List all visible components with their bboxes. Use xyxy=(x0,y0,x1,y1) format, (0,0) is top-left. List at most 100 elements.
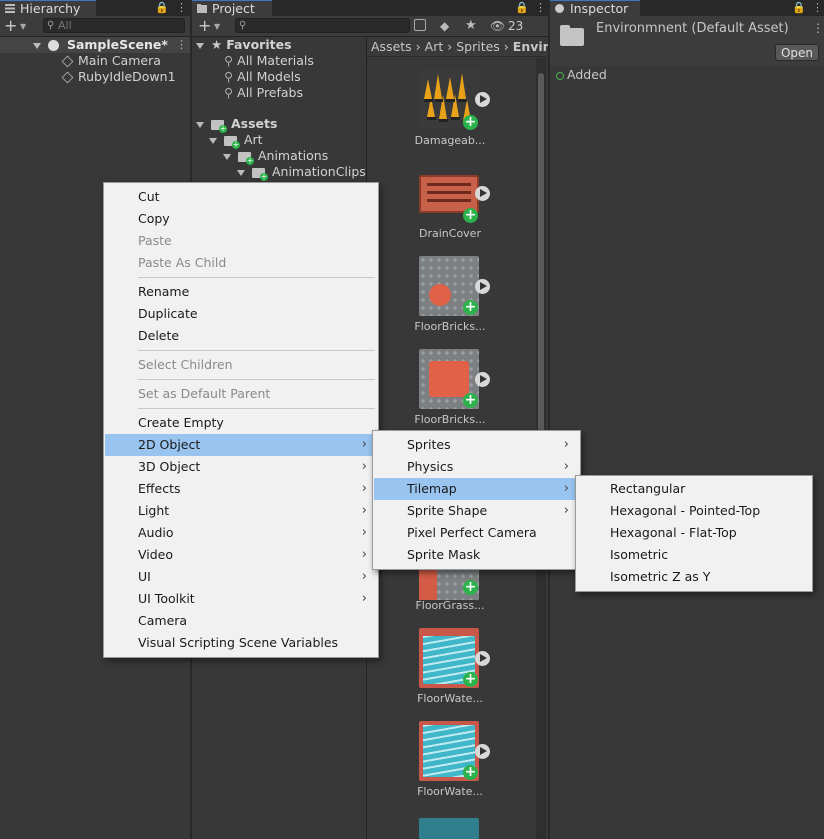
asset-thumbnail-partial[interactable] xyxy=(419,818,479,839)
asset-label[interactable]: FloorWate... xyxy=(410,692,490,705)
menu-item-label: Isometric Z as Y xyxy=(610,569,711,584)
asset-label[interactable]: FloorBricks... xyxy=(410,320,490,333)
inspector-tab[interactable]: Inspector xyxy=(550,0,640,16)
expand-arrow-icon[interactable] xyxy=(33,42,41,49)
menu-item-hexagonal-pointed-top[interactable]: Hexagonal - Pointed-Top xyxy=(577,500,811,522)
lock-icon[interactable]: 🔒 xyxy=(792,0,806,16)
label-tag-icon[interactable]: ◆ xyxy=(440,17,449,35)
play-preview-icon[interactable] xyxy=(475,92,490,107)
chevron-down-icon[interactable]: ▼ xyxy=(214,17,220,36)
menu-item-set-default-parent[interactable]: Set as Default Parent xyxy=(105,383,377,405)
star-icon[interactable]: ★ xyxy=(465,17,477,35)
lock-icon[interactable]: 🔒 xyxy=(155,0,169,16)
menu-item-duplicate[interactable]: Duplicate xyxy=(105,303,377,325)
asset-label[interactable]: FloorBricks... xyxy=(410,413,490,426)
menu-item-label: Visual Scripting Scene Variables xyxy=(138,635,339,650)
menu-item-2d-object[interactable]: 2D Object › xyxy=(105,434,377,456)
add-button[interactable]: + xyxy=(4,16,17,35)
hidden-eye-icon[interactable]: 👁 xyxy=(490,17,505,35)
expand-arrow-icon[interactable] xyxy=(196,42,204,49)
play-preview-icon[interactable] xyxy=(475,744,490,759)
menu-item-sprites[interactable]: Sprites › xyxy=(374,434,579,456)
menu-item-rectangular[interactable]: Rectangular xyxy=(577,478,811,500)
art-folder-row[interactable]: + Art xyxy=(209,132,263,149)
play-preview-icon[interactable] xyxy=(475,279,490,294)
menu-item-cut[interactable]: Cut xyxy=(105,186,377,208)
menu-item-select-children[interactable]: Select Children xyxy=(105,354,377,376)
assets-folder-row[interactable]: + Assets xyxy=(196,116,277,133)
menu-item-hexagonal-flat-top[interactable]: Hexagonal - Flat-Top xyxy=(577,522,811,544)
scene-kebab-icon[interactable]: ⋮ xyxy=(176,37,187,53)
lock-icon[interactable]: 🔒 xyxy=(515,0,529,16)
menu-item-paste[interactable]: Paste xyxy=(105,230,377,252)
asset-label[interactable]: FloorGrass... xyxy=(410,599,490,612)
play-preview-icon[interactable] xyxy=(475,186,490,201)
menu-item-label: Hexagonal - Pointed-Top xyxy=(610,503,761,518)
menu-item-video[interactable]: Video › xyxy=(105,544,377,566)
project-search-input[interactable] xyxy=(250,19,407,32)
hierarchy-search[interactable]: ⚲ xyxy=(43,18,185,33)
menu-item-copy[interactable]: Copy xyxy=(105,208,377,230)
breadcrumb-item[interactable]: Assets xyxy=(371,39,412,54)
scrollbar-thumb[interactable] xyxy=(538,73,544,453)
play-preview-icon[interactable] xyxy=(475,372,490,387)
kebab-menu-icon[interactable]: ⋮ xyxy=(812,0,823,16)
menu-item-label: Light xyxy=(138,503,170,518)
menu-item-visual-scripting[interactable]: Visual Scripting Scene Variables xyxy=(105,632,377,654)
menu-item-sprite-shape[interactable]: Sprite Shape › xyxy=(374,500,579,522)
menu-item-ui[interactable]: UI › xyxy=(105,566,377,588)
menu-item-create-empty[interactable]: Create Empty xyxy=(105,412,377,434)
hierarchy-search-input[interactable] xyxy=(58,19,182,32)
animations-folder-row[interactable]: + Animations xyxy=(223,148,328,165)
asset-label[interactable]: DrainCover xyxy=(410,227,490,240)
menu-item-label: Pixel Perfect Camera xyxy=(407,525,537,540)
menu-item-audio[interactable]: Audio › xyxy=(105,522,377,544)
chevron-down-icon[interactable]: ▼ xyxy=(20,17,26,36)
menu-item-effects[interactable]: Effects › xyxy=(105,478,377,500)
menu-item-light[interactable]: Light › xyxy=(105,500,377,522)
project-tab-label: Project xyxy=(212,1,255,16)
menu-item-rename[interactable]: Rename xyxy=(105,281,377,303)
menu-item-isometric[interactable]: Isometric xyxy=(577,544,811,566)
hierarchy-tab[interactable]: Hierarchy xyxy=(0,0,96,16)
kebab-menu-icon[interactable]: ⋮ xyxy=(176,0,187,16)
breadcrumb-item[interactable]: Sprites xyxy=(456,39,500,54)
expand-arrow-icon[interactable] xyxy=(196,121,204,128)
kebab-menu-icon[interactable]: ⋮ xyxy=(535,0,546,16)
favorite-item[interactable]: ⚲ All Prefabs xyxy=(224,85,303,101)
play-preview-icon[interactable] xyxy=(475,651,490,666)
asset-label[interactable]: FloorWate... xyxy=(410,785,490,798)
hierarchy-item[interactable]: Main Camera xyxy=(60,53,161,69)
hierarchy-toolbar: + ▼ ⚲ xyxy=(0,16,190,37)
menu-item-pixel-perfect-camera[interactable]: Pixel Perfect Camera xyxy=(374,522,579,544)
project-toolbar: + ▼ ⚲ ◆ ★ 👁 23 xyxy=(192,16,548,37)
menu-item-tilemap[interactable]: Tilemap › xyxy=(374,478,579,500)
breadcrumb-item[interactable]: Envir xyxy=(513,39,548,54)
menu-item-ui-toolkit[interactable]: UI Toolkit › xyxy=(105,588,377,610)
menu-item-physics[interactable]: Physics › xyxy=(374,456,579,478)
animationclips-folder-row[interactable]: + AnimationClips xyxy=(237,164,366,181)
breadcrumb-item[interactable]: Art xyxy=(425,39,444,54)
scene-row[interactable]: SampleScene* xyxy=(0,37,190,53)
project-search[interactable]: ⚲ xyxy=(235,18,410,33)
asset-label[interactable]: Damageab... xyxy=(410,134,490,147)
menu-item-camera[interactable]: Camera xyxy=(105,610,377,632)
expand-arrow-icon[interactable] xyxy=(223,153,231,160)
hierarchy-item[interactable]: RubyIdleDown1 xyxy=(60,69,176,85)
expand-arrow-icon[interactable] xyxy=(237,169,245,176)
project-tab[interactable]: Project xyxy=(192,0,272,16)
expand-arrow-icon[interactable] xyxy=(209,137,217,144)
add-button[interactable]: + xyxy=(198,16,211,35)
favorite-item[interactable]: ⚲ All Models xyxy=(224,69,301,85)
menu-item-sprite-mask[interactable]: Sprite Mask xyxy=(374,544,579,566)
menu-item-isometric-z-as-y[interactable]: Isometric Z as Y xyxy=(577,566,811,588)
menu-item-delete[interactable]: Delete xyxy=(105,325,377,347)
search-icon: ⚲ xyxy=(224,53,234,68)
open-button[interactable]: Open xyxy=(775,44,819,61)
kebab-menu-icon[interactable]: ⋮ xyxy=(812,21,824,35)
favorite-item[interactable]: ⚲ All Materials xyxy=(224,53,314,69)
menu-item-paste-as-child[interactable]: Paste As Child xyxy=(105,252,377,274)
search-by-type-icon[interactable] xyxy=(414,19,426,31)
favorites-row[interactable]: ★ Favorites xyxy=(196,37,292,53)
menu-item-3d-object[interactable]: 3D Object › xyxy=(105,456,377,478)
